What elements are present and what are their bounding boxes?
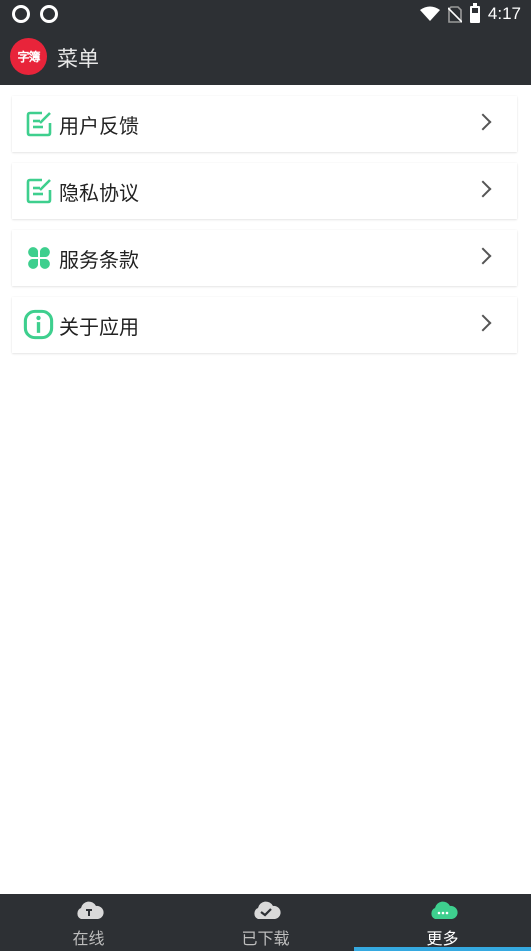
menu-item-terms[interactable]: 服务条款 xyxy=(12,230,517,286)
tab-label: 更多 xyxy=(426,929,459,948)
edit-note-icon xyxy=(26,178,52,204)
menu-item-label: 服务条款 xyxy=(59,248,139,272)
page-title: 菜单 xyxy=(57,47,99,71)
chevron-right-icon xyxy=(474,247,492,265)
edit-note-icon xyxy=(26,111,52,137)
menu-item-feedback[interactable]: 用户反馈 xyxy=(12,96,517,152)
status-notifications xyxy=(12,5,58,23)
app-logo-text: 字簿 xyxy=(17,50,40,64)
cloud-more-icon xyxy=(430,901,458,919)
status-time: 4:17 xyxy=(487,4,521,23)
menu-item-label: 用户反馈 xyxy=(59,114,139,138)
chevron-right-icon xyxy=(474,113,492,131)
app-logo: 字簿 xyxy=(10,38,47,75)
status-bar: 4:17 xyxy=(0,0,531,30)
chevron-right-icon xyxy=(474,314,492,332)
bottom-nav: 在线 已下载 更多 xyxy=(0,894,531,951)
cloud-text-icon xyxy=(76,901,104,919)
app-bar: 字簿 菜单 xyxy=(0,30,531,85)
menu-item-about[interactable]: 关于应用 xyxy=(12,297,517,353)
chevron-right-icon xyxy=(474,180,492,198)
cloud-check-icon xyxy=(253,901,281,919)
clover-grid-icon xyxy=(28,247,50,269)
menu-list: 用户反馈 隐私协议 服务条款 关于应用 xyxy=(12,96,517,364)
tab-label: 已下载 xyxy=(241,929,290,948)
battery-icon xyxy=(469,2,480,23)
tab-online[interactable]: 在线 xyxy=(0,894,177,951)
tab-downloaded[interactable]: 已下载 xyxy=(177,894,354,951)
info-icon xyxy=(23,309,54,340)
menu-item-label: 隐私协议 xyxy=(59,181,139,205)
no-sim-icon xyxy=(447,5,462,23)
menu-item-label: 关于应用 xyxy=(59,315,139,339)
tab-label: 在线 xyxy=(72,929,105,948)
notification-app-icon xyxy=(40,5,58,23)
status-system: 4:17 xyxy=(419,2,521,24)
tab-more[interactable]: 更多 xyxy=(354,894,531,951)
menu-item-privacy[interactable]: 隐私协议 xyxy=(12,163,517,219)
wifi-icon xyxy=(419,6,440,21)
notification-app-icon xyxy=(12,5,30,23)
